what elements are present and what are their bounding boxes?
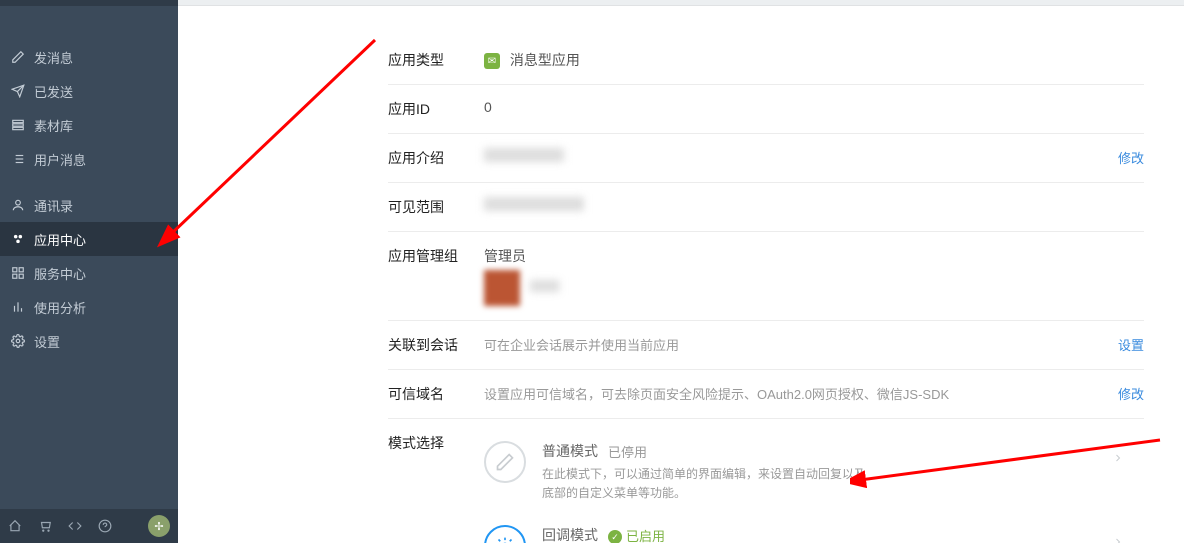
mode-callback-status: ✓已启用 [608, 526, 665, 543]
row-session: 关联到会话 可在企业会话展示并使用当前应用 设置 [388, 321, 1144, 370]
check-icon: ✓ [608, 530, 622, 543]
label-app-intro: 应用介绍 [388, 148, 484, 168]
group-icon [10, 231, 26, 247]
msg-app-badge-icon: ✉ [484, 53, 500, 69]
label-admin: 应用管理组 [388, 246, 484, 266]
value-admin: 管理员 [484, 246, 1144, 306]
send-icon [10, 83, 26, 99]
grid-icon [10, 265, 26, 281]
row-admin: 应用管理组 管理员 [388, 232, 1144, 321]
gear-icon [10, 333, 26, 349]
value-app-id: 0 [484, 99, 1144, 115]
sidebar-label: 素材库 [34, 116, 73, 135]
row-app-type: 应用类型 ✉ 消息型应用 [388, 36, 1144, 85]
label-session: 关联到会话 [388, 335, 484, 355]
cart-icon[interactable] [38, 519, 52, 533]
sidebar-item-contacts[interactable]: 通讯录 [0, 188, 178, 222]
code-icon[interactable] [68, 519, 82, 533]
value-app-type: ✉ 消息型应用 [484, 50, 1144, 70]
label-mode: 模式选择 [388, 433, 484, 453]
list-icon [10, 151, 26, 167]
mode-normal-status: 已停用 [608, 442, 647, 461]
label-app-type: 应用类型 [388, 50, 484, 70]
stack-icon [10, 117, 26, 133]
row-mode: 模式选择 普通模式 已停用 在此模式下，可以通过简单的界面编辑，来设置自动回复以… [388, 419, 1144, 543]
sidebar-label: 通讯录 [34, 196, 73, 215]
sidebar-item-settings[interactable]: 设置 [0, 324, 178, 358]
sidebar-item-sent[interactable]: 已发送 [0, 74, 178, 108]
row-app-intro: 应用介绍 修改 [388, 134, 1144, 183]
action-session[interactable]: 设置 [1118, 335, 1144, 354]
label-domain: 可信域名 [388, 384, 484, 404]
row-domain: 可信域名 设置应用可信域名，可去除页面安全风险提示、OAuth2.0网页授权、微… [388, 370, 1144, 419]
sidebar-label: 使用分析 [34, 298, 86, 317]
value-app-intro [484, 148, 1106, 165]
mode-callback-title: 回调模式 [542, 525, 598, 543]
admin-avatar [484, 270, 520, 306]
mode-normal-desc: 在此模式下，可以通过简单的界面编辑，来设置自动回复以及 底部的自定义菜单等功能。 [542, 465, 866, 503]
sidebar-label: 应用中心 [34, 230, 86, 249]
gear-circle-icon [484, 525, 526, 543]
help-icon[interactable] [98, 519, 112, 533]
action-domain[interactable]: 修改 [1118, 384, 1144, 403]
action-app-intro[interactable]: 修改 [1118, 148, 1144, 167]
row-app-id: 应用ID 0 [388, 85, 1144, 134]
home-icon[interactable] [8, 519, 22, 533]
edit-icon [10, 49, 26, 65]
mode-normal-title: 普通模式 [542, 441, 598, 461]
value-scope [484, 197, 1144, 214]
sidebar-item-service[interactable]: 服务中心 [0, 256, 178, 290]
sidebar-item-app-center[interactable]: 应用中心 [0, 222, 178, 256]
sidebar-item-send[interactable]: 发消息 [0, 40, 178, 74]
mode-callback[interactable]: 回调模式 ✓已启用 在此模式下，开发者可通过企业号提供的接口，实现设置自定义菜单… [484, 517, 1124, 543]
sidebar-label: 设置 [34, 332, 60, 351]
pencil-circle-icon [484, 441, 526, 483]
sidebar-label: 已发送 [34, 82, 73, 101]
label-app-id: 应用ID [388, 99, 484, 119]
sidebar-item-user-msg[interactable]: 用户消息 [0, 142, 178, 176]
mode-normal[interactable]: 普通模式 已停用 在此模式下，可以通过简单的界面编辑，来设置自动回复以及 底部的… [484, 433, 1124, 517]
sidebar-item-analytics[interactable]: 使用分析 [0, 290, 178, 324]
sidebar-label: 发消息 [34, 48, 73, 67]
avatar[interactable]: ✢ [148, 515, 170, 537]
sidebar-label: 用户消息 [34, 150, 86, 169]
label-scope: 可见范围 [388, 197, 484, 217]
chart-icon [10, 299, 26, 315]
bottom-bar: ✢ [0, 509, 178, 543]
chevron-right-icon [1112, 535, 1124, 543]
value-domain: 设置应用可信域名，可去除页面安全风险提示、OAuth2.0网页授权、微信JS-S… [484, 384, 1106, 403]
user-icon [10, 197, 26, 213]
value-session: 可在企业会话展示并使用当前应用 [484, 335, 1106, 354]
sidebar-item-material[interactable]: 素材库 [0, 108, 178, 142]
chevron-right-icon [1112, 451, 1124, 467]
sidebar-label: 服务中心 [34, 264, 86, 283]
row-scope: 可见范围 [388, 183, 1144, 232]
